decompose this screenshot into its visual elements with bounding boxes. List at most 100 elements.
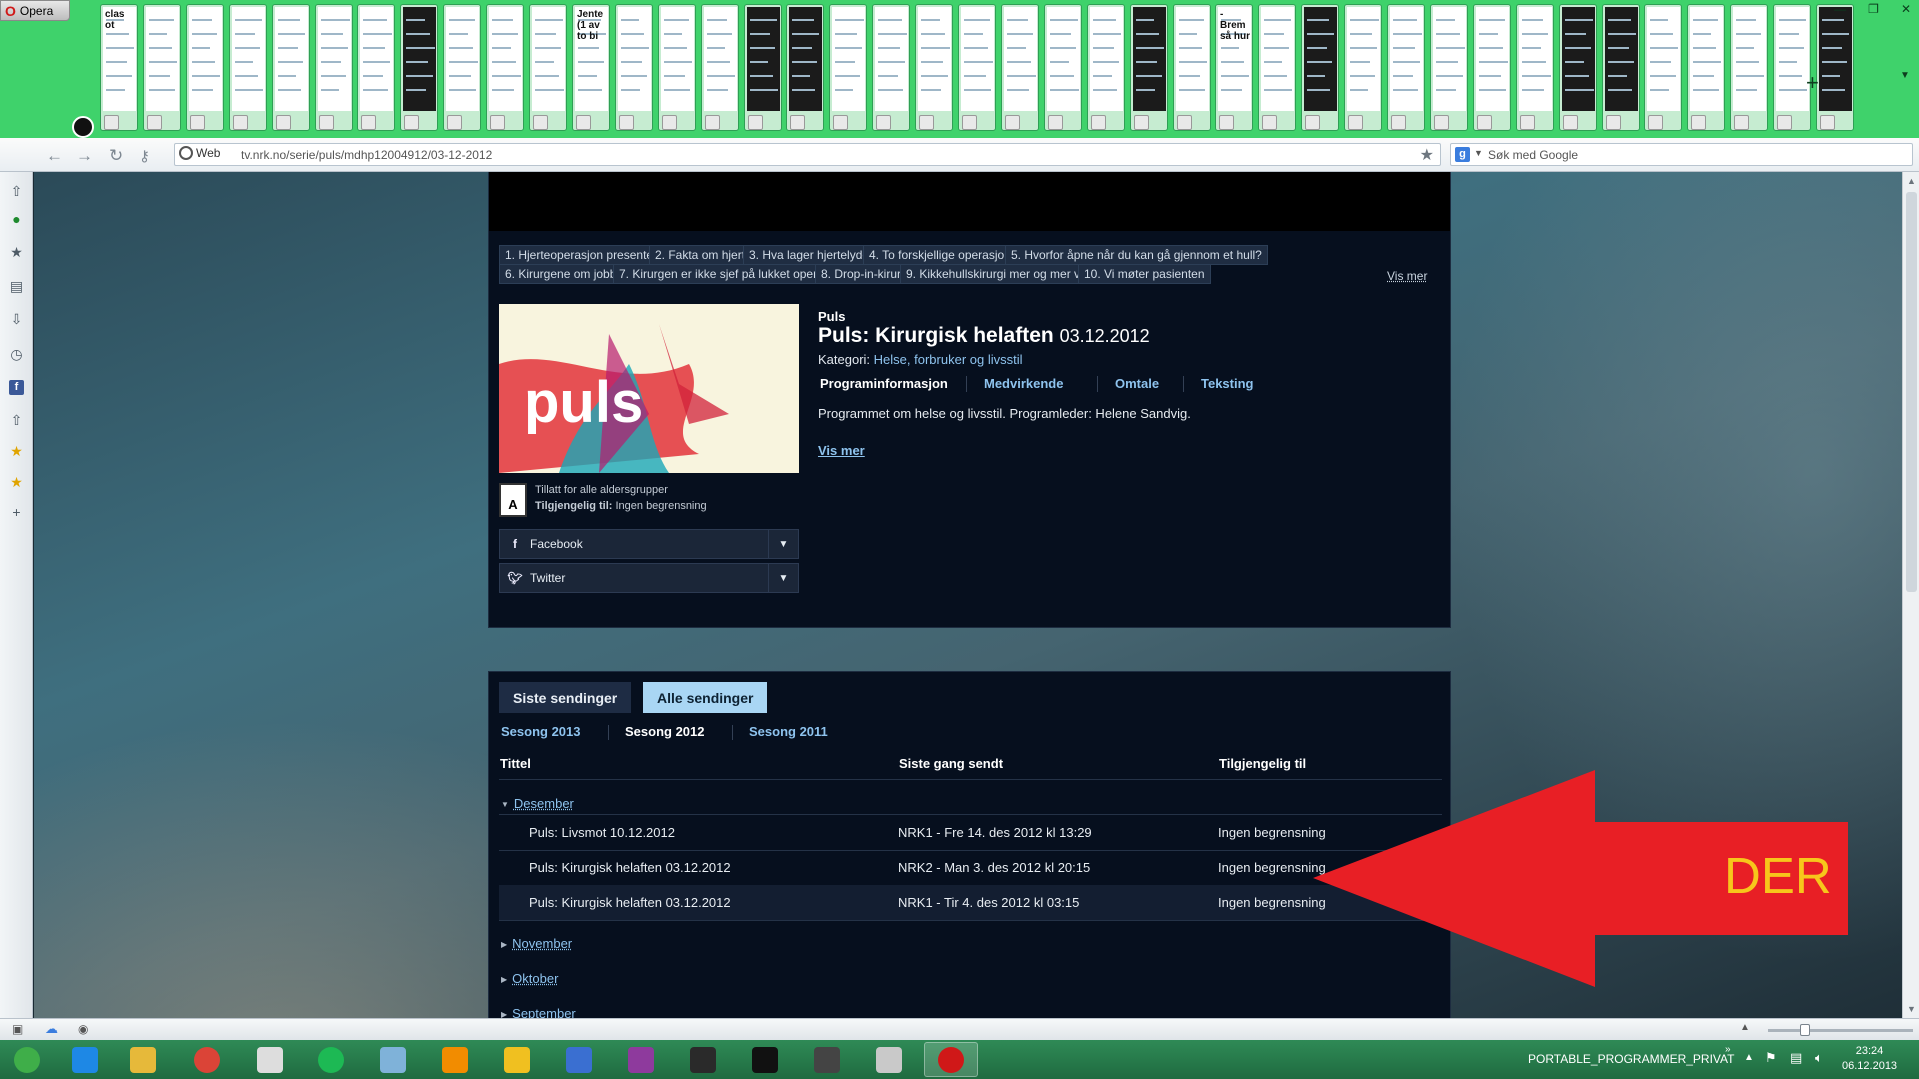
- taskbar-eac-hat-button[interactable]: [490, 1042, 544, 1077]
- tab-thumbnail[interactable]: [443, 4, 481, 131]
- panel-extension-icon[interactable]: ⇧: [9, 413, 24, 428]
- facebook-panel-icon[interactable]: f: [9, 380, 24, 395]
- zoom-slider[interactable]: [1768, 1029, 1913, 1032]
- tab-thumbnail[interactable]: [744, 4, 782, 131]
- reload-icon[interactable]: ↻: [109, 146, 123, 166]
- downloads-icon[interactable]: ⇩: [9, 312, 24, 327]
- taskbar-alienware-button[interactable]: [243, 1042, 297, 1077]
- taskbar-spotify-button[interactable]: [304, 1042, 358, 1077]
- episode-title[interactable]: Puls: Kirurgisk helaften 03.12.2012: [529, 860, 731, 875]
- notes-icon[interactable]: ▤: [9, 279, 24, 294]
- network-icon[interactable]: ▤: [1790, 1050, 1802, 1066]
- key-icon[interactable]: ⚷: [139, 147, 150, 165]
- month-november[interactable]: ▶ November: [501, 936, 572, 951]
- url-field[interactable]: Web tv.nrk.no/serie/puls/mdhp12004912/03…: [174, 143, 1441, 166]
- season-2013-link[interactable]: Sesong 2013: [501, 724, 581, 739]
- taskbar-terminal-button[interactable]: [738, 1042, 792, 1077]
- twitter-share-button[interactable]: 🐦︎ Twitter ▼: [499, 563, 799, 593]
- extension-turtle-icon[interactable]: ●: [9, 212, 24, 227]
- search-engine-dropdown-icon[interactable]: ▼: [1474, 148, 1483, 158]
- scroll-up-icon[interactable]: ▲: [1907, 176, 1916, 186]
- tab-thumbnail[interactable]: [1258, 4, 1296, 131]
- twitter-dropdown-icon[interactable]: ▼: [768, 564, 798, 592]
- tab-thumbnail[interactable]: [1087, 4, 1125, 131]
- series-name[interactable]: Puls: [818, 309, 845, 324]
- volume-icon[interactable]: 🔈︎: [1815, 1050, 1823, 1066]
- favorite-star-2-icon[interactable]: ★: [9, 475, 24, 490]
- tab-thumbnail[interactable]: [958, 4, 996, 131]
- tab-medvirkende[interactable]: Medvirkende: [984, 376, 1063, 391]
- tab-thumbnail[interactable]: [400, 4, 438, 131]
- opera-turbo-cloud-icon[interactable]: ☁: [45, 1021, 58, 1037]
- tab-thumbnail[interactable]: clas ot: [100, 4, 138, 131]
- taskbar-vlc-button[interactable]: [428, 1042, 482, 1077]
- favorite-star-icon[interactable]: ★: [9, 444, 24, 459]
- forward-icon[interactable]: →: [76, 146, 93, 166]
- episode-title[interactable]: Puls: Livsmot 10.12.2012: [529, 825, 675, 840]
- taskbar-chrome-button[interactable]: [180, 1042, 234, 1077]
- taskbar-network-pc-button[interactable]: [552, 1042, 606, 1077]
- month-desember[interactable]: ▼ Desember: [501, 796, 574, 811]
- restore-button[interactable]: ❐: [1868, 2, 1879, 16]
- tray-toolbar-label[interactable]: PORTABLE_PROGRAMMER_PRIVAT: [1528, 1052, 1735, 1066]
- tab-thumbnail[interactable]: [1301, 4, 1339, 131]
- add-panel-icon[interactable]: +: [9, 505, 24, 520]
- program-image[interactable]: puls: [499, 304, 799, 473]
- bookmark-star-icon[interactable]: ★: [1420, 145, 1434, 165]
- tab-thumbnail[interactable]: [786, 4, 824, 131]
- facebook-dropdown-icon[interactable]: ▼: [768, 530, 798, 558]
- new-tab-button[interactable]: +: [1806, 70, 1819, 96]
- minimize-button[interactable]: —: [1834, 2, 1846, 16]
- tab-thumbnail[interactable]: [1773, 4, 1811, 131]
- tab-thumbnail[interactable]: [872, 4, 910, 131]
- back-icon[interactable]: ←: [46, 146, 63, 166]
- tab-thumbnail[interactable]: [1430, 4, 1468, 131]
- taskbar-notepad-button[interactable]: [366, 1042, 420, 1077]
- view-toggle-icon[interactable]: ▲: [1740, 1022, 1750, 1033]
- category-link[interactable]: Helse, forbruker og livsstil: [874, 352, 1023, 367]
- unite-icon[interactable]: ◉: [78, 1022, 88, 1036]
- search-placeholder[interactable]: Søk med Google: [1488, 148, 1578, 162]
- tab-thumbnail[interactable]: [915, 4, 953, 131]
- tray-overflow-icon[interactable]: ▲: [1744, 1052, 1754, 1063]
- month-oktober[interactable]: ▶ Oktober: [501, 971, 558, 986]
- tab-programinformasjon[interactable]: Programinformasjon: [820, 376, 948, 391]
- tab-thumbnail[interactable]: [186, 4, 224, 131]
- tab-thumbnail[interactable]: [829, 4, 867, 131]
- recent-tabs-icon[interactable]: [72, 116, 94, 138]
- month-september[interactable]: ▶ September: [501, 1006, 576, 1018]
- tab-alle-sendinger[interactable]: Alle sendinger: [643, 682, 768, 713]
- tab-omtale[interactable]: Omtale: [1115, 376, 1159, 391]
- episode-row[interactable]: Puls: Kirurgisk helaften 03.12.2012 NRK1…: [499, 885, 1442, 920]
- tab-thumbnail[interactable]: [1044, 4, 1082, 131]
- tab-thumbnail[interactable]: [1730, 4, 1768, 131]
- google-icon[interactable]: g: [1455, 147, 1470, 162]
- chapter-link[interactable]: 10. Vi møter pasienten: [1078, 264, 1211, 284]
- season-2011-link[interactable]: Sesong 2011: [749, 724, 828, 739]
- taskbar-internet-explorer-button[interactable]: [58, 1042, 112, 1077]
- tab-thumbnail[interactable]: [701, 4, 739, 131]
- tab-siste-sendinger[interactable]: Siste sendinger: [499, 682, 632, 713]
- tab-thumbnail[interactable]: - Brem så hur: [1215, 4, 1253, 131]
- tab-thumbnail[interactable]: [1473, 4, 1511, 131]
- web-badge[interactable]: Web: [179, 146, 220, 160]
- tab-thumbnail[interactable]: [1130, 4, 1168, 131]
- taskbar-winrar-button[interactable]: [614, 1042, 668, 1077]
- search-field[interactable]: g ▼ Søk med Google: [1450, 143, 1913, 166]
- taskbar-eac-button[interactable]: [800, 1042, 854, 1077]
- tab-thumbnail[interactable]: [272, 4, 310, 131]
- tab-thumbnail[interactable]: [486, 4, 524, 131]
- scroll-down-icon[interactable]: ▼: [1907, 1004, 1916, 1014]
- tab-thumbnail[interactable]: [1387, 4, 1425, 131]
- episode-row[interactable]: Puls: Livsmot 10.12.2012 NRK1 - Fre 14. …: [499, 815, 1442, 850]
- episode-title[interactable]: Puls: Kirurgisk helaften 03.12.2012: [529, 895, 731, 910]
- tab-thumbnail[interactable]: [1344, 4, 1382, 131]
- tab-thumbnail[interactable]: [1001, 4, 1039, 131]
- system-clock[interactable]: 23:24 06.12.2013: [1842, 1044, 1897, 1074]
- facebook-share-button[interactable]: f Facebook ▼: [499, 529, 799, 559]
- zoom-slider-handle[interactable]: [1800, 1024, 1810, 1036]
- season-2012-link[interactable]: Sesong 2012: [625, 724, 705, 739]
- chapters-show-more-link[interactable]: Vis mer: [1387, 269, 1427, 283]
- taskbar-windows-start-button[interactable]: [0, 1042, 54, 1077]
- description-show-more-link[interactable]: Vis mer: [818, 443, 865, 458]
